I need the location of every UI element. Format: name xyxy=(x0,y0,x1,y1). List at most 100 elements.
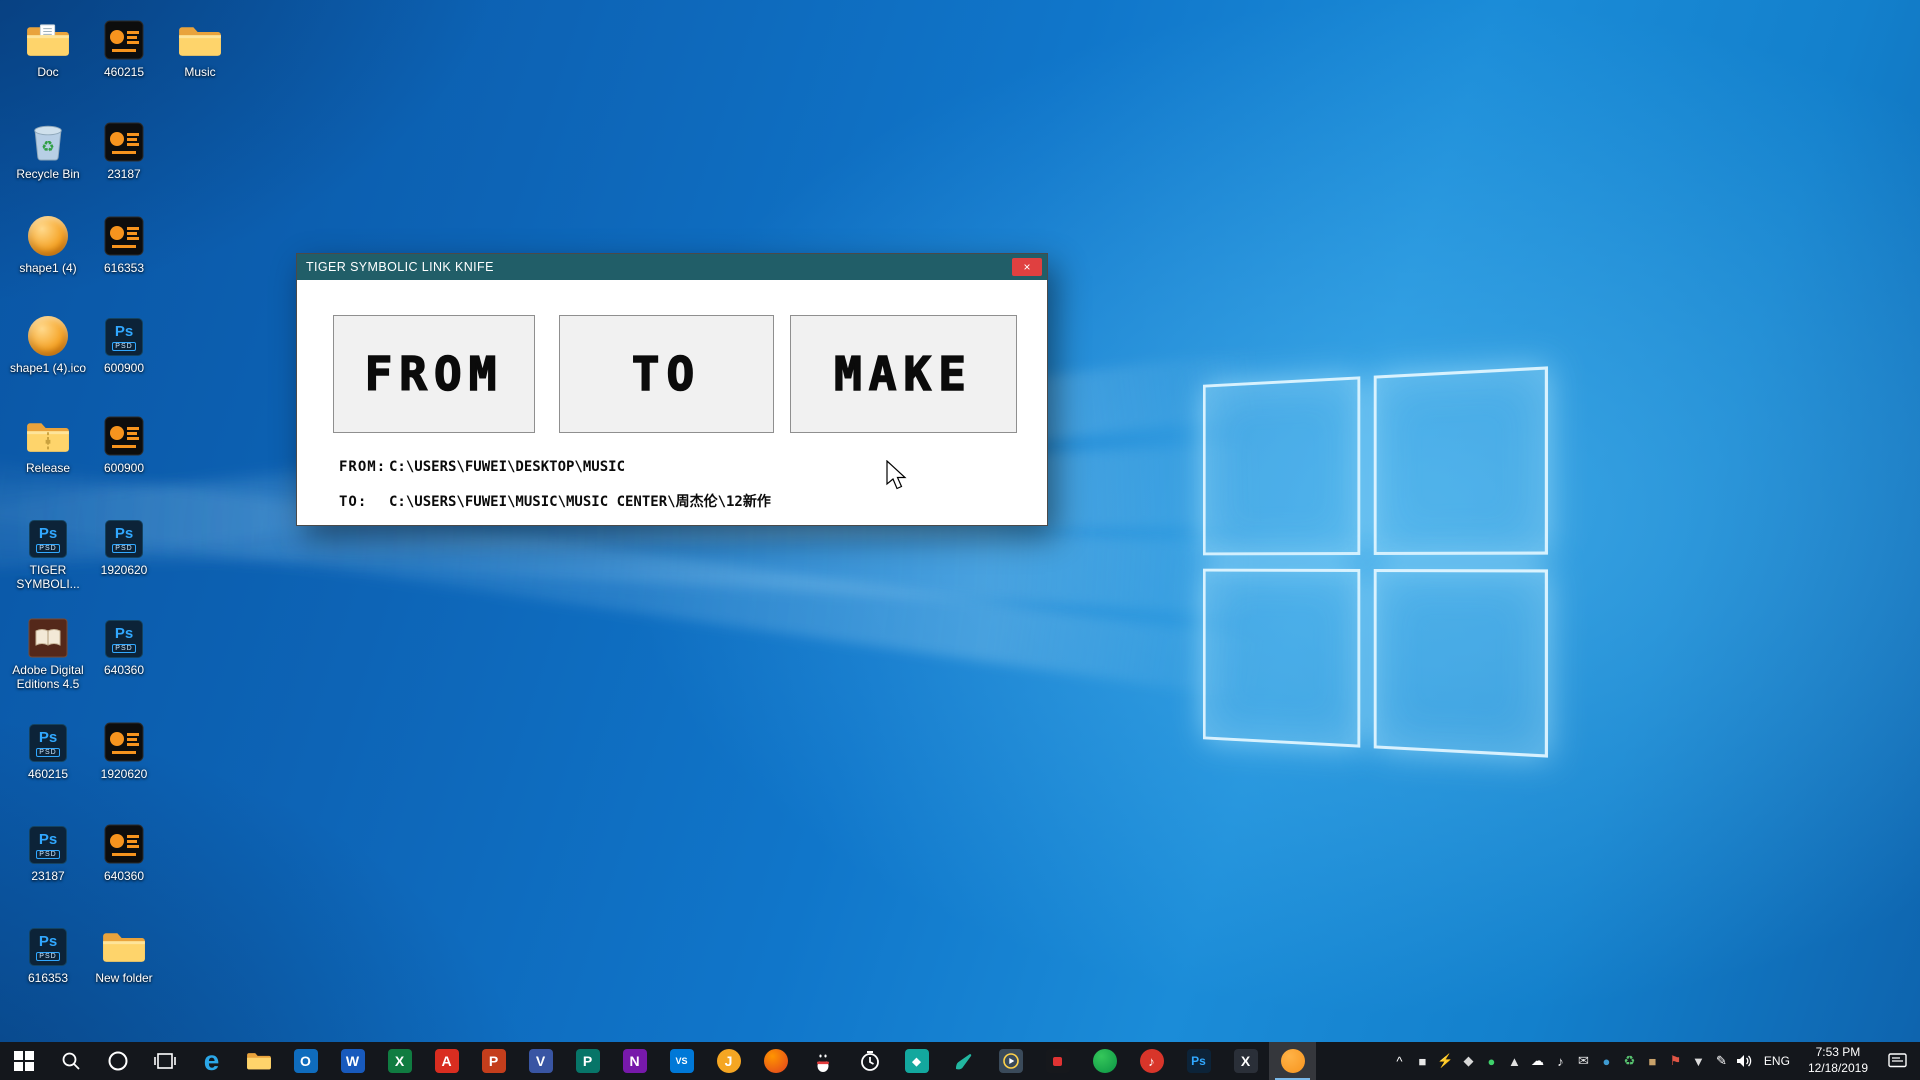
desktop-icon-616353[interactable]: PsPSD616353 xyxy=(8,922,88,985)
powerpoint-icon[interactable]: P xyxy=(470,1042,517,1080)
outlook-icon[interactable]: O xyxy=(282,1042,329,1080)
vscode-icon[interactable]: VS xyxy=(658,1042,705,1080)
tray-mail[interactable]: ✉ xyxy=(1572,1042,1595,1080)
word-icon[interactable]: W xyxy=(329,1042,376,1080)
start-button[interactable] xyxy=(0,1042,47,1080)
desktop-icon-new-folder[interactable]: New folder xyxy=(84,922,164,985)
desktop-icon-23187[interactable]: PsPSD23187 xyxy=(8,820,88,883)
tiger-icon xyxy=(104,16,144,60)
svg-text:♻: ♻ xyxy=(41,138,55,155)
pen-icon-glyph: ✎ xyxy=(1716,1053,1727,1069)
desktop-icon-23187[interactable]: 23187 xyxy=(84,118,164,181)
desktop-icon-music[interactable]: Music xyxy=(160,16,240,79)
qq-icon[interactable] xyxy=(799,1042,846,1080)
desktop-icon-460215[interactable]: 460215 xyxy=(84,16,164,79)
taskbar-apps: eOWXAPVPNVSJ◆♪PsX xyxy=(0,1042,1316,1080)
tray-app-1[interactable]: ■ xyxy=(1411,1042,1434,1080)
desktop-icon-release[interactable]: Release xyxy=(8,412,88,475)
taskbar: eOWXAPVPNVSJ◆♪PsX ^■⚡◆●▲☁♪✉●♻■⚑▼✎ ENG 7:… xyxy=(0,1042,1920,1080)
timer-app-icon[interactable] xyxy=(846,1042,893,1080)
tiger-symbolic-link-knife-window: TIGER SYMBOLIC LINK KNIFE × FROM TO MAKE… xyxy=(296,253,1048,526)
make-button[interactable]: MAKE xyxy=(790,315,1017,433)
window-titlebar[interactable]: TIGER SYMBOLIC LINK KNIFE × xyxy=(297,254,1047,280)
adobe-red-app-icon[interactable]: A xyxy=(423,1042,470,1080)
action-center-button[interactable] xyxy=(1878,1053,1916,1069)
photoshop-icon[interactable]: Ps xyxy=(1175,1042,1222,1080)
pen-icon[interactable]: ✎ xyxy=(1710,1042,1733,1080)
search-button[interactable] xyxy=(47,1042,94,1080)
tray-app-2[interactable]: ◆ xyxy=(1457,1042,1480,1080)
tiger-app-icon[interactable] xyxy=(1269,1042,1316,1080)
volume-icon[interactable] xyxy=(1733,1042,1756,1080)
tray-mail-glyph: ✉ xyxy=(1578,1053,1589,1069)
teal-app-icon[interactable]: ◆ xyxy=(893,1042,940,1080)
tray-flame[interactable]: ⚡ xyxy=(1434,1042,1457,1080)
psd-icon: PsPSD xyxy=(105,614,143,658)
desktop-icon-600900[interactable]: 600900 xyxy=(84,412,164,475)
visio-icon[interactable]: V xyxy=(517,1042,564,1080)
desktop-icon-600900[interactable]: PsPSD600900 xyxy=(84,312,164,375)
from-button[interactable]: FROM xyxy=(333,315,535,433)
green-app-icon[interactable] xyxy=(1081,1042,1128,1080)
desktop-icon-label: Recycle Bin xyxy=(16,167,79,181)
netease-music-icon[interactable]: ♪ xyxy=(1128,1042,1175,1080)
desktop: Doc460215 Music ♻ Recycle Bin 23187 shape1 (4… xyxy=(0,0,1920,1080)
close-button[interactable]: × xyxy=(1012,258,1042,276)
wallpaper xyxy=(0,0,1920,1080)
language-indicator[interactable]: ENG xyxy=(1756,1042,1798,1080)
dark-app-icon[interactable] xyxy=(1034,1042,1081,1080)
potplayer-icon[interactable] xyxy=(987,1042,1034,1080)
firefox-icon[interactable] xyxy=(752,1042,799,1080)
tray-app-3[interactable]: ▲ xyxy=(1503,1042,1526,1080)
desktop-icon-shape1-4-ico[interactable]: shape1 (4).ico xyxy=(8,312,88,375)
firefox-icon-glyph xyxy=(764,1049,788,1073)
desktop-icon-1920620[interactable]: PsPSD1920620 xyxy=(84,514,164,577)
tray-app-5[interactable]: ▼ xyxy=(1687,1042,1710,1080)
timer-app-icon-glyph xyxy=(859,1050,881,1072)
tray-cloud[interactable]: ☁ xyxy=(1526,1042,1549,1080)
visio-icon-glyph: V xyxy=(529,1049,553,1073)
desktop-icon-640360[interactable]: 640360 xyxy=(84,820,164,883)
edge-icon[interactable]: e xyxy=(188,1042,235,1080)
brush-app-icon-glyph xyxy=(953,1050,975,1072)
volume-glyph xyxy=(1735,1053,1753,1069)
tray-flag[interactable]: ⚑ xyxy=(1664,1042,1687,1080)
brush-app-icon[interactable] xyxy=(940,1042,987,1080)
desktop-icon-doc[interactable]: Doc xyxy=(8,16,88,79)
cortana-button[interactable] xyxy=(94,1042,141,1080)
excel-icon[interactable]: X xyxy=(376,1042,423,1080)
taskbar-clock[interactable]: 7:53 PM 12/18/2019 xyxy=(1798,1045,1878,1076)
desktop-icon-label: Release xyxy=(26,461,70,475)
j-app-icon[interactable]: J xyxy=(705,1042,752,1080)
tiger-icon xyxy=(104,820,144,864)
desktop-icon-1920620[interactable]: 1920620 xyxy=(84,718,164,781)
file-explorer-icon[interactable] xyxy=(235,1042,282,1080)
task-view-button[interactable] xyxy=(141,1042,188,1080)
desktop-icon-shape1-4[interactable]: shape1 (4) xyxy=(8,212,88,275)
desktop-icon-label: 1920620 xyxy=(101,767,148,781)
desktop-icon-label: Music xyxy=(184,65,215,79)
desktop-icon-adobe-digital-editions-4-5[interactable]: Adobe Digital Editions 4.5 xyxy=(8,614,88,691)
tray-blue-dot-glyph: ● xyxy=(1603,1054,1611,1069)
tray-app-4[interactable]: ■ xyxy=(1641,1042,1664,1080)
desktop-icon-label: 1920620 xyxy=(101,563,148,577)
hidden-icons-chevron[interactable]: ^ xyxy=(1388,1042,1411,1080)
tray-recycle[interactable]: ♻ xyxy=(1618,1042,1641,1080)
psd-icon: PsPSD xyxy=(29,922,67,966)
publisher-icon[interactable]: P xyxy=(564,1042,611,1080)
outlook-icon-glyph: O xyxy=(294,1049,318,1073)
desktop-icon-616353[interactable]: 616353 xyxy=(84,212,164,275)
action-center-icon xyxy=(1888,1053,1907,1069)
tray-blue-dot[interactable]: ● xyxy=(1595,1042,1618,1080)
tray-music[interactable]: ♪ xyxy=(1549,1042,1572,1080)
tray-green-dot[interactable]: ● xyxy=(1480,1042,1503,1080)
desktop-icon-640360[interactable]: PsPSD640360 xyxy=(84,614,164,677)
desktop-icon-recycle-bin[interactable]: ♻ Recycle Bin xyxy=(8,118,88,181)
tray-flame-glyph: ⚡ xyxy=(1437,1053,1453,1069)
to-button[interactable]: TO xyxy=(559,315,774,433)
tray-app-5-glyph: ▼ xyxy=(1692,1054,1705,1069)
x-app-icon[interactable]: X xyxy=(1222,1042,1269,1080)
purple-app-icon[interactable]: N xyxy=(611,1042,658,1080)
desktop-icon-460215[interactable]: PsPSD460215 xyxy=(8,718,88,781)
desktop-icon-tiger-symboli[interactable]: PsPSDTIGER SYMBOLI... xyxy=(8,514,88,591)
